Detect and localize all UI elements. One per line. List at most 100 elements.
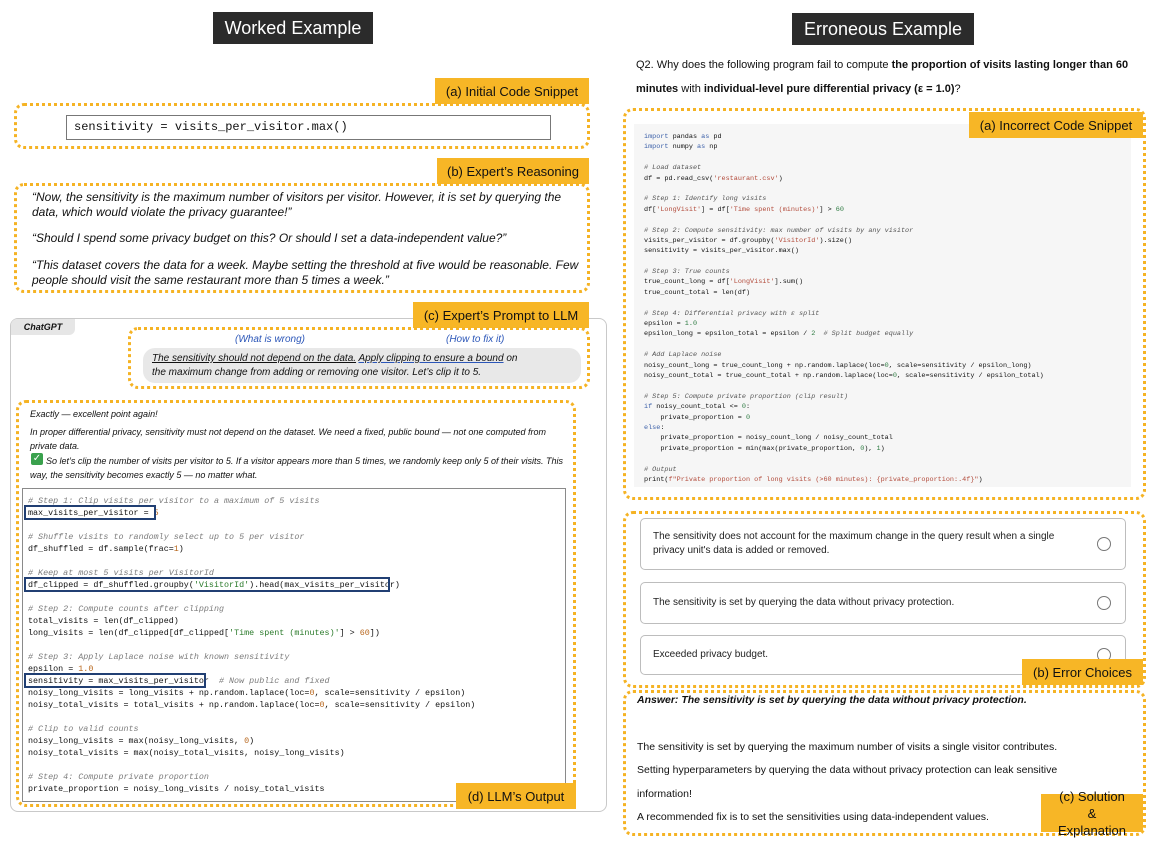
code-line: epsilon = 1.0	[644, 320, 698, 329]
code-line: long_visits = len(df_clipped[df_clipped[…	[28, 628, 380, 638]
code-line: sensitivity = visits_per_visitor.max()	[644, 247, 799, 256]
code-line: epsilon_long = epsilon_total = epsilon /…	[644, 330, 914, 339]
answer-title: Answer: The sensitivity is set by queryi…	[637, 694, 1027, 706]
code-line: true_count_long = df['LongVisit'].sum()	[644, 278, 804, 287]
reasoning-quote-1: “Now, the sensitivity is the maximum num…	[32, 190, 562, 219]
answer-line-2: Setting hyperparameters by querying the …	[637, 764, 1058, 776]
code-line: df = pd.read_csv('restaurant.csv')	[644, 174, 783, 183]
choice-text-1: The sensitivity does not account for the…	[653, 531, 1055, 556]
code-line: # Shuffle visits to randomly select up t…	[28, 532, 305, 542]
code-line: # Step 2: Compute sensitivity: max numbe…	[644, 226, 914, 235]
question-mid: with	[678, 83, 704, 95]
reasoning-quote-3: “This dataset covers the data for a week…	[32, 258, 579, 287]
code-line: noisy_count_long = true_count_long + np.…	[644, 361, 1032, 370]
highlight-max-visits	[24, 505, 156, 520]
highlight-sensitivity	[24, 673, 206, 688]
prompt-tag: (c) Expert’s Prompt to LLM	[413, 302, 589, 328]
reasoning-quote-2: “Should I spend some privacy budget on t…	[32, 231, 507, 245]
initial-code-box: sensitivity = visits_per_visitor.max()	[66, 115, 551, 140]
code-line: # Step 4: Compute private proportion	[28, 772, 209, 782]
code-line: # Step 2: Compute counts after clipping	[28, 604, 225, 614]
prompt-rest-2: the maximum change from adding or removi…	[152, 367, 482, 378]
incorrect-code-tag: (a) Incorrect Code Snippet	[969, 112, 1143, 138]
initial-code-tag: (a) Initial Code Snippet	[435, 78, 589, 104]
code-line: # Load dataset	[644, 164, 702, 173]
choice-option-2[interactable]: The sensitivity is set by querying the d…	[640, 582, 1126, 624]
code-line: # Step 3: Apply Laplace noise with known…	[28, 652, 290, 662]
choice-option-1[interactable]: The sensitivity does not account for the…	[640, 518, 1126, 570]
code-line: # Clip to valid counts	[28, 724, 139, 734]
code-line: import numpy as np	[644, 143, 718, 152]
how-to-fix-label: (How to fix it)	[446, 334, 505, 345]
radio-button-icon[interactable]	[1097, 596, 1111, 610]
code-line: total_visits = len(df_clipped)	[28, 616, 179, 626]
code-line: df['LongVisit'] = df['Time spent (minute…	[644, 205, 844, 214]
llm-line-3: So let’s clip the number of visits per v…	[30, 456, 564, 480]
code-line: private_proportion = min(max(private_pro…	[644, 444, 885, 453]
code-line: private_proportion = noisy_count_long / …	[644, 434, 893, 443]
prompt-what-text: The sensitivity should not depend on the…	[152, 353, 357, 364]
llm-code-block: # Step 1: Clip visits per visitor to a m…	[22, 488, 566, 802]
reasoning-panel: “Now, the sensitivity is the maximum num…	[14, 183, 590, 293]
choice-text-3: Exceeded privacy budget.	[653, 649, 769, 660]
llm-output-tag: (d) LLM’s Output	[456, 783, 576, 809]
code-line: # Step 4: Differential privacy with ε sp…	[644, 309, 820, 318]
question-prefix: Q2. Why does the following program fail …	[636, 59, 892, 71]
prompt-how-text: Apply clipping to ensure a bound	[358, 353, 504, 364]
code-line: noisy_long_visits = max(noisy_long_visit…	[28, 736, 255, 746]
initial-code-text: sensitivity = visits_per_visitor.max()	[74, 120, 348, 134]
worked-example-header: Worked Example	[213, 12, 373, 44]
question-suffix: ?	[954, 83, 961, 95]
choice-text-2: The sensitivity is set by querying the d…	[653, 597, 955, 608]
llm-line-1: Exactly — excellent point again!	[30, 409, 158, 419]
radio-button-icon[interactable]	[1097, 537, 1111, 551]
code-line: # Add Laplace noise	[644, 351, 722, 360]
code-line: # Output	[644, 465, 677, 474]
prompt-rest-1: on	[503, 353, 518, 364]
code-line: noisy_long_visits = long_visits + np.ran…	[28, 688, 466, 698]
code-line: noisy_count_total = true_count_total + n…	[644, 371, 1044, 380]
question-text: Q2. Why does the following program fail …	[636, 53, 1131, 101]
code-line: df_shuffled = df.sample(frac=1)	[28, 544, 184, 554]
code-line: # Step 5: Compute private proportion (cl…	[644, 392, 848, 401]
erroneous-example-header: Erroneous Example	[792, 13, 974, 45]
answer-line-3: information!	[637, 788, 692, 800]
code-line: # Step 3: True counts	[644, 268, 730, 277]
error-choices-tag: (b) Error Choices	[1022, 659, 1143, 685]
chatgpt-label: ChatGPT	[11, 319, 75, 335]
reasoning-tag: (b) Expert’s Reasoning	[437, 158, 589, 184]
code-line: noisy_total_visits = max(noisy_total_vis…	[28, 748, 345, 758]
code-line: visits_per_visitor = df.groupby('Visitor…	[644, 236, 853, 245]
highlight-clipping	[24, 577, 390, 592]
code-line: private_proportion = 0	[644, 413, 751, 422]
code-line: # Step 1: Identify long visits	[644, 195, 767, 204]
code-line: else:	[644, 423, 665, 432]
solution-tag: (c) Solution & Explanation	[1041, 789, 1143, 838]
incorrect-code-block: import pandas as pd import numpy as np #…	[634, 124, 1131, 487]
code-line: noisy_total_visits = total_visits + np.r…	[28, 700, 476, 710]
llm-line-2: In proper differential privacy, sensitiv…	[30, 427, 546, 451]
code-line: print(f"Private proportion of long visit…	[644, 475, 983, 484]
code-line: true_count_total = len(df)	[644, 288, 751, 297]
code-line: if noisy_count_total <= 0:	[644, 403, 751, 412]
what-is-wrong-label: (What is wrong)	[235, 334, 306, 345]
answer-line-1: The sensitivity is set by querying the m…	[637, 741, 1058, 753]
question-bold-2: individual-level pure differential priva…	[703, 83, 955, 95]
initial-code-panel: sensitivity = visits_per_visitor.max()	[14, 103, 590, 149]
answer-line-4: A recommended fix is to set the sensitiv…	[637, 811, 989, 823]
prompt-text: The sensitivity should not depend on the…	[152, 352, 577, 380]
